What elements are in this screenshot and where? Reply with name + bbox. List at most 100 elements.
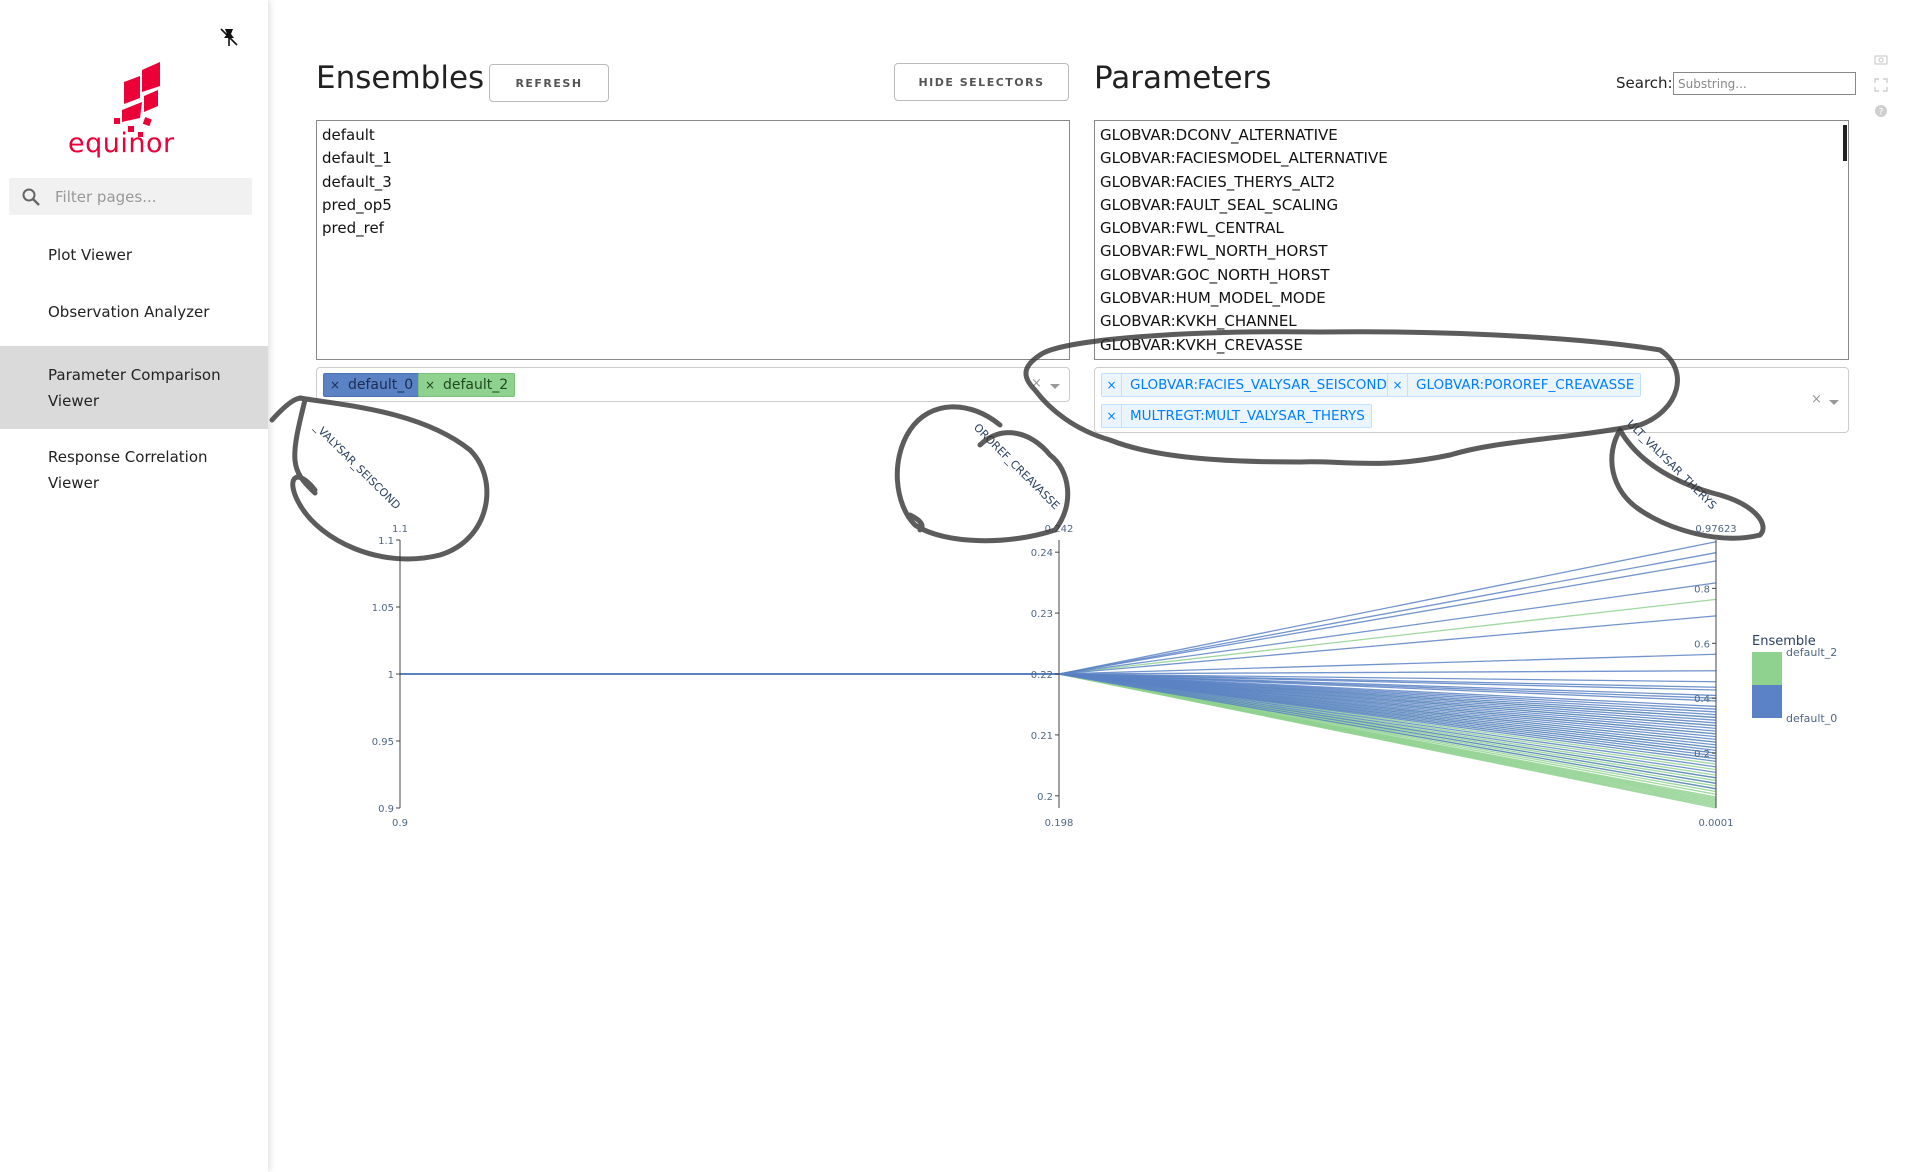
help-icon[interactable]: ? (1874, 104, 1888, 118)
series-line (400, 673, 1717, 741)
remove-tag-icon[interactable]: × (1102, 374, 1122, 396)
series-line (400, 673, 1717, 787)
tick-label: 0.4 (1694, 694, 1710, 705)
ensemble-option[interactable]: default_3 (317, 171, 1069, 194)
app-root: { "sidebar": { "logo_text": "equinor", "… (0, 0, 1910, 1172)
nav-item-label-line2: Viewer (48, 392, 99, 410)
remove-tag-icon[interactable]: × (330, 374, 340, 396)
series-line (400, 673, 1717, 691)
range-min-label: 0.0001 (1699, 818, 1734, 829)
series-line (400, 552, 1717, 675)
parameter-option[interactable]: GLOBVAR:FACIESMODEL_ALTERNATIVE (1095, 147, 1848, 170)
hide-selectors-button[interactable]: HIDE SELECTORS (894, 63, 1069, 101)
series-line (400, 673, 1717, 699)
parameter-option[interactable]: GLOBVAR:KVKH_CHANNEL (1095, 310, 1848, 333)
series-line (400, 673, 1717, 732)
series-line (400, 673, 1717, 795)
parameter-tag-label: GLOBVAR:POROREF_CREAVASSE (1416, 377, 1635, 393)
series-line (400, 673, 1717, 765)
series-line (400, 673, 1717, 798)
ensemble-tag: × default_0 (323, 373, 421, 397)
series-line (400, 673, 1717, 779)
series-line (400, 673, 1717, 746)
parameter-option[interactable]: GLOBVAR:DCONV_ALTERNATIVE (1095, 124, 1848, 147)
series-line (400, 673, 1717, 702)
legend-swatch (1752, 685, 1782, 718)
ensemble-option[interactable]: default (317, 124, 1069, 147)
refresh-button[interactable]: REFRESH (489, 64, 609, 102)
listbox-scrollbar[interactable] (1843, 125, 1847, 161)
sidebar: equinor Plot Viewer Observation Analyzer… (0, 0, 268, 1172)
parameter-option[interactable]: GLOBVAR:FACIES_THERYS_ALT2 (1095, 171, 1848, 194)
parameter-listbox[interactable]: GLOBVAR:DCONV_ALTERNATIVE GLOBVAR:FACIES… (1094, 120, 1849, 360)
series-line (400, 673, 1717, 782)
series-line (400, 673, 1717, 805)
series-line (400, 673, 1717, 749)
series-line (400, 673, 1717, 730)
ensemble-listbox[interactable]: default default_1 default_3 pred_op5 pre… (316, 120, 1070, 360)
parameter-search-input[interactable] (1673, 72, 1856, 95)
autoscale-icon[interactable] (1874, 78, 1888, 92)
series-line (400, 582, 1717, 675)
remove-tag-icon[interactable]: × (1388, 374, 1408, 396)
series-line (400, 673, 1717, 757)
nav-item-response-correlation-viewer[interactable]: Response Correlation Viewer (0, 444, 268, 496)
series-line (400, 673, 1717, 710)
tick-label: 0.2 (1037, 792, 1053, 803)
series-line (400, 673, 1717, 762)
nav-item-label-line1: Parameter Comparison (48, 366, 221, 384)
equinor-logo-text: equinor (68, 128, 175, 159)
series-line (400, 673, 1717, 708)
tick-label: 0.2 (1694, 749, 1710, 760)
ensemble-option[interactable]: default_1 (317, 147, 1069, 170)
ensemble-option[interactable]: pred_op5 (317, 194, 1069, 217)
series-line (400, 673, 1717, 727)
nav-item-parameter-comparison-viewer[interactable]: Parameter Comparison Viewer (0, 346, 268, 429)
parameter-option[interactable]: GLOBVAR:GOC_NORTH_HORST (1095, 264, 1848, 287)
tick-label: 0.8 (1694, 584, 1710, 595)
tick-label: 0.21 (1031, 731, 1053, 742)
chevron-down-icon[interactable] (1829, 400, 1839, 405)
parameter-option[interactable]: GLOBVAR:FAULT_SEAL_SCALING (1095, 194, 1848, 217)
nav-item-observation-analyzer[interactable]: Observation Analyzer (0, 299, 219, 325)
tick-label: 0.6 (1694, 639, 1710, 650)
series-line (400, 673, 1717, 754)
ensemble-option[interactable]: pred_ref (317, 217, 1069, 240)
parameters-title: Parameters (1094, 60, 1272, 96)
remove-tag-icon[interactable]: × (425, 374, 435, 396)
series-line (400, 673, 1717, 697)
parameter-option[interactable]: GLOBVAR:KVKH_CREVASSE (1095, 334, 1848, 357)
ensemble-tag-label: default_0 (348, 377, 414, 393)
series-line (400, 670, 1717, 675)
series-line (400, 673, 1717, 806)
series-line (400, 673, 1717, 790)
legend-swatch (1752, 652, 1782, 685)
parameter-option[interactable]: GLOBVAR:FWL_NORTH_HORST (1095, 240, 1848, 263)
tick-label: 0.9 (378, 804, 394, 815)
clear-all-icon[interactable]: × (1811, 392, 1822, 407)
ensemble-tag-label: default_2 (443, 377, 509, 393)
filter-pages-box[interactable] (9, 178, 252, 215)
parameter-option[interactable]: GLOBVAR:FWL_CENTRAL (1095, 217, 1848, 240)
nav-item-plot-viewer[interactable]: Plot Viewer (0, 242, 142, 268)
remove-tag-icon[interactable]: × (1102, 405, 1122, 427)
unpin-icon[interactable] (218, 26, 240, 48)
clear-all-icon[interactable]: × (1031, 376, 1042, 391)
series-line (400, 673, 1717, 688)
series-line (400, 673, 1717, 735)
parameter-option[interactable]: GLOBVAR:HUM_MODEL_MODE (1095, 287, 1848, 310)
legend-entry: default_0 (1786, 712, 1837, 725)
series-line (400, 673, 1717, 724)
range-min-label: 0.9 (392, 818, 408, 829)
parameter-multiselect[interactable]: × GLOBVAR:FACIES_VALYSAR_SEISCOND × GLOB… (1094, 367, 1849, 433)
series-line (400, 673, 1717, 754)
series-line (400, 673, 1717, 790)
ensemble-multiselect[interactable]: × default_0 × default_2 × (316, 367, 1070, 402)
series-line (400, 673, 1717, 784)
parameter-tag: × MULTREGT:MULT_VALYSAR_THERYS (1101, 404, 1372, 428)
chevron-down-icon[interactable] (1050, 384, 1060, 389)
tick-label: 0.23 (1031, 609, 1053, 620)
camera-icon[interactable] (1874, 52, 1888, 66)
series-line (400, 673, 1717, 719)
filter-pages-input[interactable] (55, 178, 245, 215)
